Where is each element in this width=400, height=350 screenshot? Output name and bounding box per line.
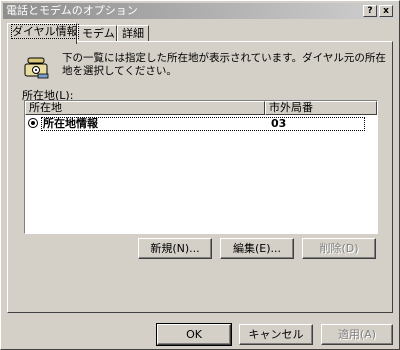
- dialog-window: 電話とモデムのオプション ? x ダイヤル情報 モデム 詳細 下の一覧には指定し…: [0, 0, 400, 350]
- column-header-area-code[interactable]: 市外局番: [265, 101, 377, 115]
- tab-label: 詳細: [122, 27, 144, 40]
- edit-button[interactable]: 編集(E)...: [220, 238, 294, 259]
- ok-button[interactable]: OK: [156, 323, 232, 346]
- title-bar[interactable]: 電話とモデムのオプション ? x: [3, 3, 397, 19]
- delete-button[interactable]: 削除(D): [302, 238, 376, 259]
- tab-label: ダイヤル情報: [11, 24, 79, 39]
- tab-panel: 下の一覧には指定した所在地が表示されています。ダイヤル元の所在地を選択してくださ…: [7, 41, 393, 313]
- telephone-icon: [24, 57, 49, 79]
- close-button[interactable]: x: [379, 5, 393, 17]
- cancel-button[interactable]: キャンセル: [239, 324, 313, 345]
- tab-advanced[interactable]: 詳細: [117, 25, 149, 41]
- new-button[interactable]: 新規(N)...: [138, 238, 212, 259]
- location-cell: 所在地情報: [43, 117, 98, 130]
- table-row[interactable]: 所在地情報 03: [27, 117, 365, 131]
- apply-button[interactable]: 適用(A): [321, 324, 393, 345]
- column-header-location[interactable]: 所在地: [25, 101, 265, 115]
- window-title: 電話とモデムのオプション: [6, 4, 138, 17]
- selected-radio-icon[interactable]: [28, 118, 38, 128]
- description-text: 下の一覧には指定した所在地が表示されています。ダイヤル元の所在地を選択してくださ…: [62, 52, 386, 77]
- locations-list[interactable]: 所在地 市外局番 所在地情報 03: [24, 100, 378, 234]
- area-code-cell: 03: [271, 117, 287, 130]
- tab-modems[interactable]: モデム: [77, 25, 117, 41]
- tab-label: モデム: [82, 27, 115, 40]
- tab-dialing-rules[interactable]: ダイヤル情報: [7, 23, 79, 44]
- help-button[interactable]: ?: [363, 5, 377, 17]
